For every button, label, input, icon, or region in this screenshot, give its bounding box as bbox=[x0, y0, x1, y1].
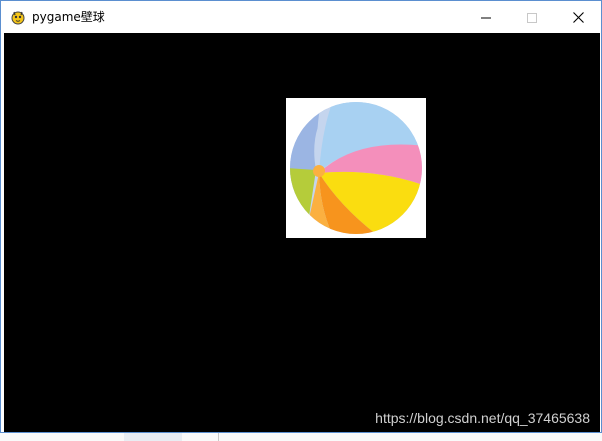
close-button[interactable] bbox=[555, 1, 601, 33]
minimize-button[interactable] bbox=[463, 1, 509, 33]
window-title: pygame壁球 bbox=[32, 10, 105, 24]
close-icon bbox=[572, 8, 584, 27]
background-editor-strip bbox=[0, 433, 602, 441]
background-divider bbox=[218, 433, 219, 441]
beach-ball-image bbox=[290, 102, 422, 234]
app-window: pygame壁球 https://blog.csdn.net/qq_374656… bbox=[0, 0, 602, 433]
ball-surface bbox=[286, 98, 426, 238]
minimize-icon bbox=[481, 8, 491, 27]
title-bar[interactable]: pygame壁球 bbox=[1, 1, 601, 33]
maximize-button[interactable] bbox=[509, 1, 555, 33]
maximize-icon bbox=[527, 8, 537, 27]
pygame-snake-icon bbox=[10, 9, 26, 25]
background-panel bbox=[124, 433, 182, 441]
game-canvas[interactable]: https://blog.csdn.net/qq_37465638 bbox=[4, 33, 600, 432]
watermark-text: https://blog.csdn.net/qq_37465638 bbox=[375, 410, 590, 426]
